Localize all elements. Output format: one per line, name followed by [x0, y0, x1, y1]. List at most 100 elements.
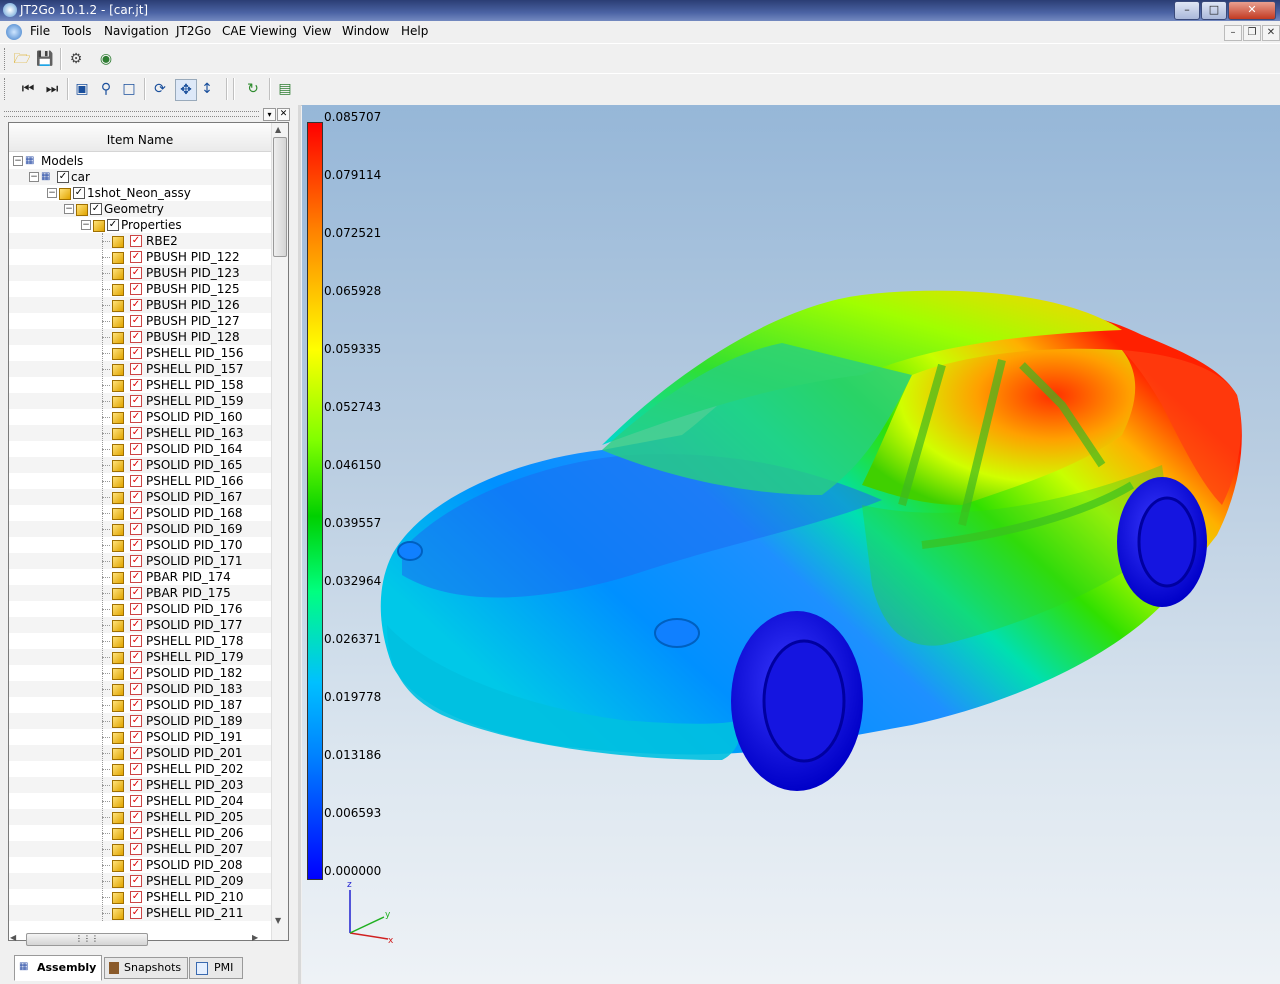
visibility-checkbox[interactable]: ✓ — [130, 427, 142, 439]
3d-viewport[interactable]: 0.085707 0.079114 0.072521 0.065928 0.059335… — [302, 105, 1280, 984]
panel-grip[interactable] — [4, 111, 259, 117]
column-header-item-name[interactable]: Item Name — [9, 123, 271, 152]
tree-item[interactable]: ✓ PBAR PID_174 — [9, 569, 271, 585]
visibility-checkbox[interactable]: ✓ — [73, 187, 85, 199]
menu-help[interactable]: Help — [401, 24, 428, 38]
scroll-left-arrow[interactable]: ◀ — [10, 933, 16, 942]
visibility-checkbox[interactable]: ✓ — [130, 299, 142, 311]
tree-item[interactable]: ✓ PSOLID PID_176 — [9, 601, 271, 617]
toolbar-grip[interactable] — [4, 48, 8, 70]
tree-item[interactable]: ✓ PSHELL PID_158 — [9, 377, 271, 393]
tree-item[interactable]: ✓ PSHELL PID_178 — [9, 633, 271, 649]
tree-item[interactable]: ✓ PSOLID PID_191 — [9, 729, 271, 745]
tree-item[interactable]: ✓ PSOLID PID_208 — [9, 857, 271, 873]
visibility-checkbox[interactable]: ✓ — [130, 539, 142, 551]
first-frame-icon[interactable]: ⏮ — [18, 79, 38, 99]
open-folder-icon[interactable]: 🗁 — [12, 49, 32, 69]
visibility-checkbox[interactable]: ✓ — [130, 251, 142, 263]
visibility-checkbox[interactable]: ✓ — [130, 331, 142, 343]
tree-node-properties[interactable]: − ✓ Properties — [9, 217, 271, 233]
visibility-checkbox[interactable]: ✓ — [130, 811, 142, 823]
visibility-checkbox[interactable]: ✓ — [130, 763, 142, 775]
tree-item[interactable]: ✓ PSOLID PID_183 — [9, 681, 271, 697]
tab-assembly[interactable]: ▦ Assembly — [14, 955, 102, 981]
zoom-area-icon[interactable]: ⚲ — [96, 79, 116, 99]
visibility-checkbox[interactable]: ✓ — [130, 683, 142, 695]
tree-item[interactable]: ✓ PSHELL PID_166 — [9, 473, 271, 489]
tree-item[interactable]: ✓ PSOLID PID_169 — [9, 521, 271, 537]
collapse-toggle[interactable]: − — [64, 204, 74, 214]
tree-node-models[interactable]: − ▦ Models — [9, 153, 271, 169]
close-button[interactable]: ✕ — [1228, 1, 1276, 20]
tree-item[interactable]: ✓ PSOLID PID_187 — [9, 697, 271, 713]
tree-item[interactable]: ✓ PSOLID PID_182 — [9, 665, 271, 681]
visibility-checkbox[interactable]: ✓ — [130, 523, 142, 535]
panel-close-button[interactable]: ✕ — [277, 108, 290, 121]
mdi-close-button[interactable]: ✕ — [1262, 25, 1280, 41]
visibility-checkbox[interactable]: ✓ — [130, 395, 142, 407]
tree-item[interactable]: ✓ PSHELL PID_209 — [9, 873, 271, 889]
visibility-checkbox[interactable]: ✓ — [130, 667, 142, 679]
menu-file[interactable]: File — [30, 24, 50, 38]
tab-pmi[interactable]: PMI — [189, 957, 243, 979]
last-frame-icon[interactable]: ⏭ — [42, 79, 62, 99]
tree-node-geometry[interactable]: − ✓ Geometry — [9, 201, 271, 217]
visibility-checkbox[interactable]: ✓ — [130, 459, 142, 471]
pan-icon[interactable]: ✥ — [175, 79, 197, 101]
tree-item[interactable]: ✓ PSOLID PID_164 — [9, 441, 271, 457]
tree-item[interactable]: ✓ PSOLID PID_189 — [9, 713, 271, 729]
tree-item[interactable]: ✓ PSHELL PID_210 — [9, 889, 271, 905]
document-icon[interactable] — [6, 24, 22, 40]
menu-view[interactable]: View — [303, 24, 331, 38]
tree-item[interactable]: ✓ PSOLID PID_165 — [9, 457, 271, 473]
visibility-checkbox[interactable]: ✓ — [130, 603, 142, 615]
visibility-checkbox[interactable]: ✓ — [130, 443, 142, 455]
tree-item[interactable]: ✓ PSOLID PID_177 — [9, 617, 271, 633]
visibility-checkbox[interactable]: ✓ — [130, 795, 142, 807]
fit-all-icon[interactable]: ▣ — [72, 79, 92, 99]
zoom-icon[interactable]: ↕ — [197, 79, 217, 99]
rotate-icon[interactable]: ⟳ — [150, 79, 170, 99]
tree-node-assembly[interactable]: − ✓ 1shot_Neon_assy — [9, 185, 271, 201]
minimize-button[interactable]: – — [1174, 1, 1200, 20]
visibility-checkbox[interactable]: ✓ — [130, 747, 142, 759]
tree-item[interactable]: ✓ PSOLID PID_168 — [9, 505, 271, 521]
visibility-checkbox[interactable]: ✓ — [130, 859, 142, 871]
scroll-down-arrow[interactable]: ▼ — [275, 916, 281, 925]
tree-item[interactable]: ✓ PSHELL PID_163 — [9, 425, 271, 441]
mdi-restore-button[interactable]: ❐ — [1243, 25, 1261, 41]
tree-item[interactable]: ✓ PSHELL PID_211 — [9, 905, 271, 921]
menu-tools[interactable]: Tools — [62, 24, 92, 38]
menu-window[interactable]: Window — [342, 24, 389, 38]
tree-item[interactable]: ✓ PSHELL PID_205 — [9, 809, 271, 825]
menu-navigation[interactable]: Navigation — [104, 24, 169, 38]
visibility-checkbox[interactable]: ✓ — [130, 491, 142, 503]
visibility-checkbox[interactable]: ✓ — [130, 907, 142, 919]
visibility-checkbox[interactable]: ✓ — [130, 699, 142, 711]
tree-node-car[interactable]: − ▦ ✓ car — [9, 169, 271, 185]
collapse-toggle[interactable]: − — [81, 220, 91, 230]
visibility-checkbox[interactable]: ✓ — [130, 283, 142, 295]
tree-vertical-scrollbar[interactable]: ▲ ▼ — [271, 123, 288, 940]
collapse-toggle[interactable]: − — [47, 188, 57, 198]
visibility-checkbox[interactable]: ✓ — [130, 379, 142, 391]
horizontal-scroll-thumb[interactable]: ⋮⋮⋮ — [26, 933, 148, 946]
collapse-toggle[interactable]: − — [13, 156, 23, 166]
tree-item[interactable]: ✓ PSHELL PID_159 — [9, 393, 271, 409]
visibility-checkbox[interactable]: ✓ — [130, 555, 142, 567]
tree-item[interactable]: ✓ PBUSH PID_123 — [9, 265, 271, 281]
tab-snapshots[interactable]: Snapshots — [104, 957, 188, 979]
tree-item[interactable]: ✓ PSHELL PID_203 — [9, 777, 271, 793]
visibility-checkbox[interactable]: ✓ — [130, 411, 142, 423]
print-icon[interactable]: ⚙ — [66, 49, 86, 69]
visibility-checkbox[interactable]: ✓ — [57, 171, 69, 183]
display-settings-icon[interactable]: ▤ — [275, 79, 295, 99]
tree-item[interactable]: ✓ PSHELL PID_156 — [9, 345, 271, 361]
tree-item[interactable]: ✓ PSOLID PID_160 — [9, 409, 271, 425]
visibility-checkbox[interactable]: ✓ — [130, 875, 142, 887]
tree-item[interactable]: ✓ PBUSH PID_122 — [9, 249, 271, 265]
scroll-up-arrow[interactable]: ▲ — [275, 125, 281, 134]
tree-item[interactable]: ✓ PSOLID PID_201 — [9, 745, 271, 761]
visibility-checkbox[interactable]: ✓ — [130, 651, 142, 663]
tree-item[interactable]: ✓ PSOLID PID_167 — [9, 489, 271, 505]
